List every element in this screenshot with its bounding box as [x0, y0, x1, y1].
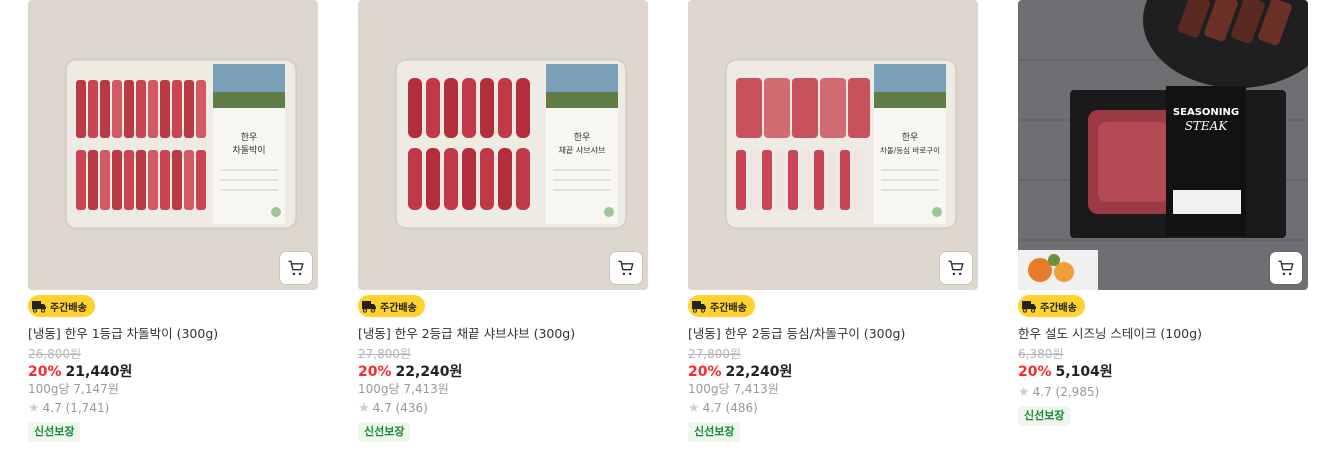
- discount-rate: 20%: [358, 364, 392, 380]
- delivery-badge: 주간배송: [358, 295, 425, 317]
- svg-text:한우: 한우: [241, 132, 258, 143]
- fresh-guarantee-tag: 신선보장: [1018, 406, 1071, 426]
- product-card[interactable]: 한우 채끝 샤브샤브 주간배송 [냉동] 한우 2등급 채끝 샤브샤브 (300…: [358, 0, 648, 442]
- svg-text:차돌/등심 바로구이: 차돌/등심 바로구이: [880, 145, 940, 155]
- package-label: 한우 차돌박이: [213, 64, 285, 224]
- product-photo: 한우 채끝 샤브샤브: [358, 0, 648, 290]
- product-title[interactable]: [냉동] 한우 2등급 채끝 샤브샤브 (300g): [358, 326, 648, 342]
- rating: ★ 4.7 (486): [688, 401, 978, 416]
- meat-rolls-top: [76, 80, 206, 138]
- price-row: 20% 5,104원: [1018, 363, 1308, 381]
- badge-label: 주간배송: [380, 302, 417, 314]
- delivery-truck-icon: [360, 297, 378, 315]
- rating: ★ 4.7 (436): [358, 401, 648, 416]
- sale-price: 22,240원: [395, 364, 463, 380]
- price-row: 20% 21,440원: [28, 363, 318, 381]
- discount-rate: 20%: [688, 364, 722, 380]
- sale-price: 22,240원: [725, 364, 793, 380]
- meat-rolls-bottom: [76, 150, 206, 210]
- add-to-cart-button[interactable]: [610, 252, 642, 284]
- discount-rate: 20%: [1018, 364, 1052, 380]
- fresh-guarantee-tag: 신선보장: [688, 422, 741, 442]
- product-card[interactable]: 한우 차돌/등심 바로구이 주간배송 [냉동] 한우 2등급 등심/차돌구이 (…: [688, 0, 978, 442]
- rating-value: 4.7 (2,985): [1032, 385, 1100, 399]
- product-image[interactable]: 한우 차돌/등심 바로구이: [688, 0, 978, 290]
- delivery-badge: 주간배송: [1018, 295, 1085, 317]
- svg-text:차돌박이: 차돌박이: [232, 144, 265, 156]
- svg-text:한우: 한우: [902, 132, 919, 143]
- discount-rate: 20%: [28, 364, 62, 380]
- unit-price: 100g당 7,147원: [28, 382, 119, 396]
- svg-text:STEAK: STEAK: [1185, 119, 1229, 133]
- product-title[interactable]: [냉동] 한우 2등급 등심/차돌구이 (300g): [688, 326, 978, 342]
- badge-label: 주간배송: [1040, 302, 1077, 314]
- original-price: 27,800원: [358, 347, 412, 361]
- original-price: 6,380원: [1018, 347, 1064, 361]
- product-image[interactable]: 한우 채끝 샤브샤브: [358, 0, 648, 290]
- cart-icon: [1278, 260, 1294, 276]
- cart-icon: [288, 260, 304, 276]
- unit-price: 100g당 7,413원: [688, 382, 779, 396]
- package-label: 한우 채끝 샤브샤브: [546, 64, 618, 224]
- sale-price: 5,104원: [1055, 364, 1113, 380]
- star-icon: ★: [1018, 385, 1030, 400]
- delivery-truck-icon: [30, 297, 48, 315]
- unit-price: 100g당 7,413원: [358, 382, 449, 396]
- sale-price: 21,440원: [65, 364, 133, 380]
- package-brand-text: SEASONING: [1173, 107, 1239, 118]
- rating: ★ 4.7 (1,741): [28, 401, 318, 416]
- add-to-cart-button[interactable]: [940, 252, 972, 284]
- delivery-truck-icon: [690, 297, 708, 315]
- delivery-badge: 주간배송: [28, 295, 95, 317]
- cart-icon: [948, 260, 964, 276]
- svg-text:채끝 샤브샤브: 채끝 샤브샤브: [559, 145, 606, 155]
- add-to-cart-button[interactable]: [1270, 252, 1302, 284]
- badge-label: 주간배송: [50, 302, 87, 314]
- product-photo: 한우 차돌/등심 바로구이: [688, 0, 978, 290]
- meat-rolls-top: [408, 78, 530, 138]
- price-row: 20% 22,240원: [688, 363, 978, 381]
- meat-slices-top: [736, 78, 870, 138]
- fresh-guarantee-tag: 신선보장: [358, 422, 411, 442]
- meat-rolls-bottom: [408, 148, 530, 210]
- product-card[interactable]: 한우 차돌박이 주간배송 [냉동] 한우 1등급 차돌박이 (300g) 26,…: [28, 0, 318, 442]
- product-card[interactable]: SEASONING STEAK 주간배송 한우 설도 시즈닝 스테이크 (100…: [1018, 0, 1308, 426]
- star-icon: ★: [358, 401, 370, 416]
- star-icon: ★: [688, 401, 700, 416]
- original-price: 26,800원: [28, 347, 82, 361]
- fresh-guarantee-tag: 신선보장: [28, 422, 81, 442]
- package-label: 한우 차돌/등심 바로구이: [874, 64, 946, 224]
- add-to-cart-button[interactable]: [280, 252, 312, 284]
- badge-label: 주간배송: [710, 302, 747, 314]
- product-image[interactable]: 한우 차돌박이: [28, 0, 318, 290]
- delivery-badge: 주간배송: [688, 295, 755, 317]
- product-image[interactable]: SEASONING STEAK: [1018, 0, 1308, 290]
- svg-text:한우: 한우: [574, 132, 591, 143]
- rating: ★ 4.7 (2,985): [1018, 385, 1308, 400]
- rating-value: 4.7 (436): [372, 401, 428, 415]
- product-photo: SEASONING STEAK: [1018, 0, 1308, 290]
- rating-value: 4.7 (1,741): [42, 401, 110, 415]
- product-title[interactable]: 한우 설도 시즈닝 스테이크 (100g): [1018, 326, 1308, 342]
- product-title[interactable]: [냉동] 한우 1등급 차돌박이 (300g): [28, 326, 318, 342]
- original-price: 27,800원: [688, 347, 742, 361]
- cart-icon: [618, 260, 634, 276]
- delivery-truck-icon: [1020, 297, 1038, 315]
- product-photo: 한우 차돌박이: [28, 0, 318, 290]
- price-row: 20% 22,240원: [358, 363, 648, 381]
- rating-value: 4.7 (486): [702, 401, 758, 415]
- star-icon: ★: [28, 401, 40, 416]
- product-grid: 한우 차돌박이 주간배송 [냉동] 한우 1등급 차돌박이 (300g) 26,…: [0, 0, 1324, 453]
